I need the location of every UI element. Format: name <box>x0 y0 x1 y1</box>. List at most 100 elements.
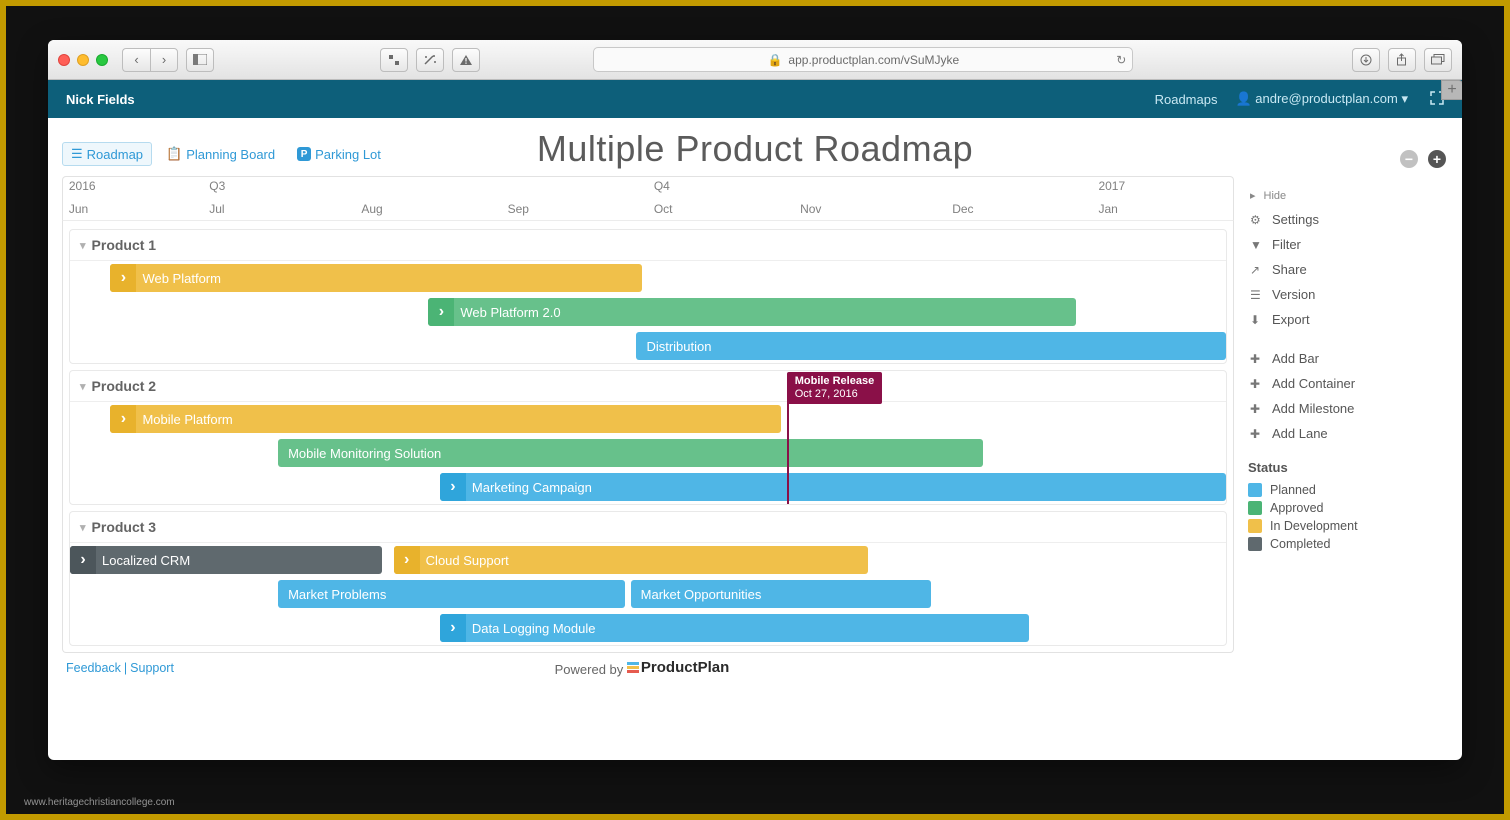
roadmap-bar[interactable]: Cloud Support <box>394 546 868 574</box>
timeline-month-label: Jul <box>209 202 224 216</box>
feedback-link[interactable]: Feedback <box>66 661 121 675</box>
bar-expand-handle[interactable] <box>440 473 466 501</box>
roadmap-bar[interactable]: Market Opportunities <box>631 580 932 608</box>
version-icon: ☰ <box>1250 288 1264 302</box>
milestone-title: Mobile Release <box>795 375 874 388</box>
bar-label: Data Logging Module <box>466 621 596 636</box>
share-icon <box>1396 53 1407 66</box>
download-icon-side: ⬇ <box>1250 313 1264 327</box>
plus-icon: ✚ <box>1250 377 1264 391</box>
hide-label: Hide <box>1264 190 1287 202</box>
roadmap-bar[interactable]: Mobile Platform <box>110 405 780 433</box>
warning-button[interactable] <box>452 48 480 72</box>
timeline-month-label: Sep <box>508 202 529 216</box>
settings-button[interactable]: ⚙Settings <box>1248 207 1448 232</box>
bar-expand-handle[interactable] <box>110 405 136 433</box>
roadmap-bar[interactable]: Marketing Campaign <box>440 473 1226 501</box>
gear-icon: ⚙ <box>1250 213 1264 227</box>
user-icon: 👤 <box>1235 91 1251 106</box>
roadmap-bar[interactable]: Mobile Monitoring Solution <box>278 439 983 467</box>
lane-title-label: Product 3 <box>92 519 157 535</box>
view-switcher: ☰ Roadmap 📋 Planning Board P Parking Lot <box>62 142 389 166</box>
zoom-in-button[interactable]: + <box>1428 150 1446 168</box>
user-email: andre@productplan.com <box>1255 91 1398 106</box>
bar-label: Market Opportunities <box>631 587 762 602</box>
timeline-year-label: Q3 <box>209 179 225 193</box>
lane: ▾Product 3 Localized CRM Cloud Support Mark… <box>69 511 1227 646</box>
lock-icon: 🔒 <box>767 53 782 67</box>
lane: ▾Product 1 Web Platform Web Platform 2.0 Di… <box>69 229 1227 364</box>
share-button[interactable] <box>1388 48 1416 72</box>
bar-expand-handle[interactable] <box>70 546 96 574</box>
add-bar-button[interactable]: ✚Add Bar <box>1248 346 1448 371</box>
roadmap-bar[interactable]: Distribution <box>636 332 1226 360</box>
bar-label: Mobile Platform <box>136 412 232 427</box>
lane-header[interactable]: ▾Product 3 <box>70 512 1226 543</box>
roadmap-bar[interactable]: Web Platform <box>110 264 642 292</box>
nav-forward-button[interactable]: › <box>150 48 178 72</box>
caret-right-icon: ▸ <box>1250 189 1256 202</box>
minimize-window-icon[interactable] <box>77 54 89 66</box>
lane-header[interactable]: ▾Product 1 <box>70 230 1226 261</box>
downloads-button[interactable] <box>1352 48 1380 72</box>
reload-icon[interactable]: ↻ <box>1116 53 1126 67</box>
status-swatch <box>1248 519 1262 533</box>
tab-parking-lot[interactable]: P Parking Lot <box>289 144 389 165</box>
bar-row: Localized CRM Cloud Support <box>70 543 1226 577</box>
milestone-marker[interactable]: Mobile ReleaseOct 27, 2016 <box>787 372 882 404</box>
add-lane-button[interactable]: ✚Add Lane <box>1248 421 1448 446</box>
reader-button[interactable] <box>380 48 408 72</box>
url-bar[interactable]: 🔒 app.productplan.com/vSuMJyke ↻ <box>593 47 1133 72</box>
bar-label: Distribution <box>636 339 711 354</box>
bar-label: Cloud Support <box>420 553 509 568</box>
milestone-date: Oct 27, 2016 <box>795 388 874 401</box>
new-tab-button[interactable]: + <box>1441 80 1462 100</box>
status-legend-item[interactable]: Approved <box>1248 499 1448 517</box>
sidebar-toggle-button[interactable] <box>186 48 214 72</box>
status-legend-item[interactable]: In Development <box>1248 517 1448 535</box>
bar-label: Web Platform 2.0 <box>454 305 560 320</box>
extensions-button[interactable] <box>416 48 444 72</box>
roadmap-bar[interactable]: Localized CRM <box>70 546 382 574</box>
tab-parking-label: Parking Lot <box>315 147 381 162</box>
lane-header[interactable]: ▾Product 2 <box>70 371 1226 402</box>
status-swatch <box>1248 537 1262 551</box>
zoom-window-icon[interactable] <box>96 54 108 66</box>
bar-expand-handle[interactable] <box>110 264 136 292</box>
lane-title-label: Product 2 <box>92 378 157 394</box>
roadmap-bar[interactable]: Web Platform 2.0 <box>428 298 1075 326</box>
version-button[interactable]: ☰Version <box>1248 282 1448 307</box>
bar-expand-handle[interactable] <box>428 298 454 326</box>
support-link[interactable]: Support <box>130 661 174 675</box>
status-legend-item[interactable]: Planned <box>1248 481 1448 499</box>
add-bar-label: Add Bar <box>1272 351 1319 366</box>
hide-panel-button[interactable]: ▸ Hide <box>1248 184 1448 207</box>
timeline-year-label: 2016 <box>69 179 96 193</box>
share-icon-side: ↗ <box>1250 263 1264 277</box>
tab-roadmap[interactable]: ☰ Roadmap <box>62 142 152 166</box>
bar-expand-handle[interactable] <box>394 546 420 574</box>
add-container-button[interactable]: ✚Add Container <box>1248 371 1448 396</box>
timeline-header: 2016Q3Q42017 JunJulAugSepOctNovDecJan <box>62 176 1234 220</box>
bar-row: Mobile Platform <box>70 402 1226 436</box>
roadmaps-link[interactable]: Roadmaps <box>1155 92 1218 107</box>
tabs-button[interactable] <box>1424 48 1452 72</box>
close-window-icon[interactable] <box>58 54 70 66</box>
tab-planning-board[interactable]: 📋 Planning Board <box>158 143 283 165</box>
add-milestone-button[interactable]: ✚Add Milestone <box>1248 396 1448 421</box>
roadmap-bar[interactable]: Data Logging Module <box>440 614 1030 642</box>
milestone-line <box>787 400 789 505</box>
user-menu[interactable]: 👤 andre@productplan.com ▾ <box>1235 91 1408 107</box>
export-button[interactable]: ⬇ Export <box>1248 307 1448 332</box>
zoom-out-button[interactable]: − <box>1400 150 1418 168</box>
bar-expand-handle[interactable] <box>440 614 466 642</box>
status-legend-item[interactable]: Completed <box>1248 535 1448 553</box>
nav-back-button[interactable]: ‹ <box>122 48 150 72</box>
roadmap-bar[interactable]: Market Problems <box>278 580 625 608</box>
share-button-side[interactable]: ↗Share <box>1248 257 1448 282</box>
filter-button[interactable]: ▼Filter <box>1248 232 1448 257</box>
chevron-right-icon <box>450 478 455 496</box>
export-label: Export <box>1272 312 1310 327</box>
lane: ▾Product 2Mobile ReleaseOct 27, 2016Mobi… <box>69 370 1227 505</box>
side-panel: ▸ Hide ⚙Settings ▼Filter ↗Share ☰Version… <box>1248 176 1448 750</box>
